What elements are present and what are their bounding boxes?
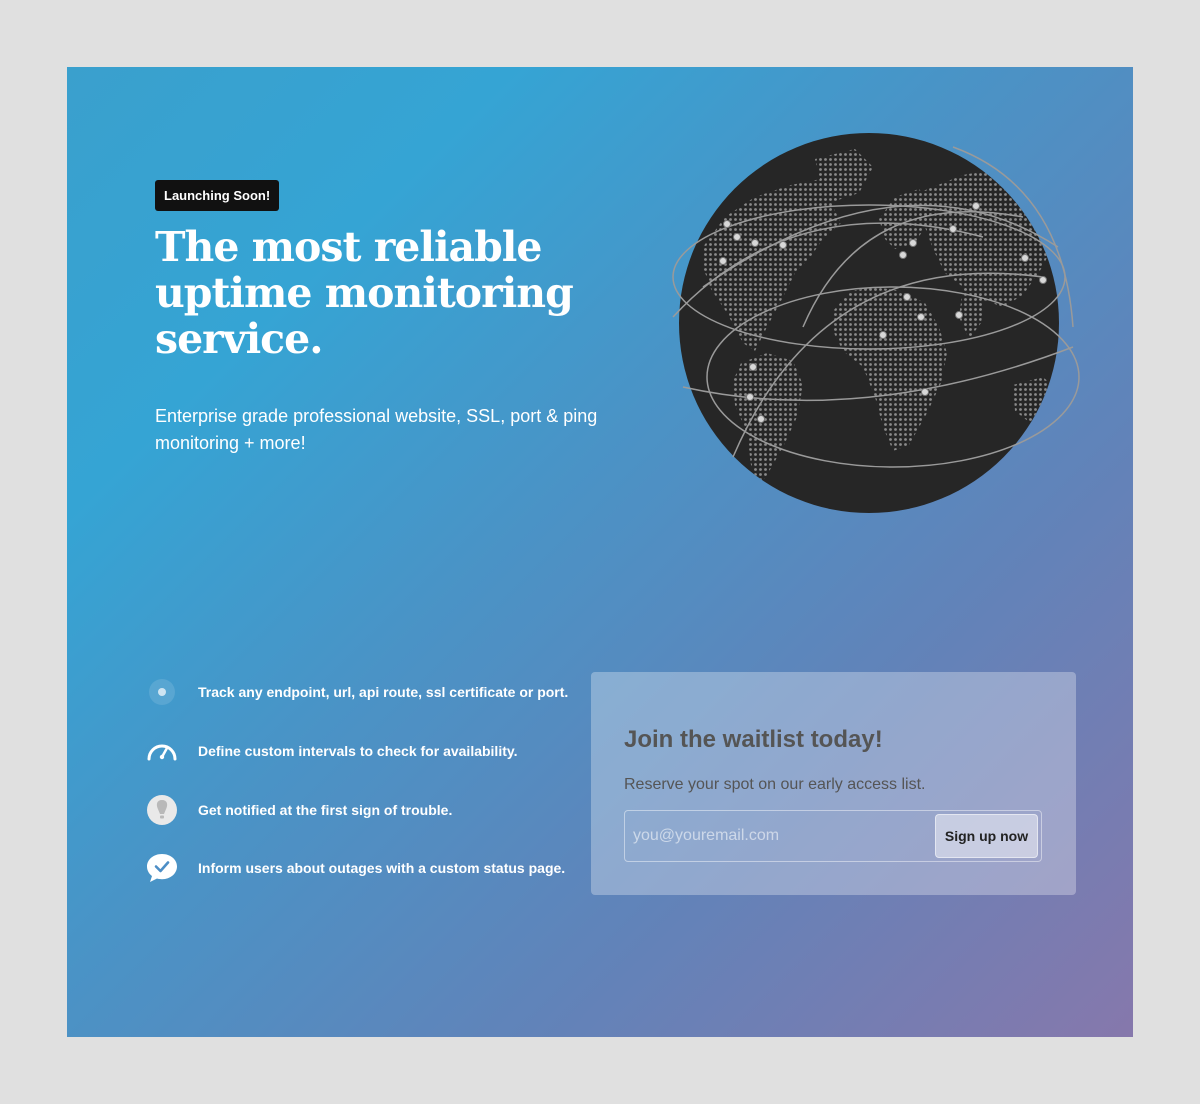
- waitlist-title: Join the waitlist today!: [624, 726, 883, 753]
- feature-text: Define custom intervals to check for ava…: [198, 743, 518, 759]
- feature-item-status-page: Inform users about outages with a custom…: [145, 851, 585, 885]
- signup-form: Sign up now: [624, 810, 1042, 862]
- waitlist-card: Join the waitlist today! Reserve your sp…: [591, 672, 1076, 895]
- world-globe-illustration: [672, 133, 1080, 513]
- landing-page: Launching Soon! The most reliable uptime…: [67, 67, 1133, 1037]
- hero-title: The most reliable uptime monitoring serv…: [155, 223, 574, 363]
- speedometer-icon: [147, 744, 177, 761]
- sign-up-button[interactable]: Sign up now: [935, 814, 1038, 858]
- hero-subtitle: Enterprise grade professional website, S…: [155, 406, 598, 453]
- feature-item-track: Track any endpoint, url, api route, ssl …: [145, 675, 585, 709]
- launching-badge: Launching Soon!: [155, 180, 280, 211]
- alert-bulb-icon: [147, 795, 177, 825]
- email-input[interactable]: [633, 819, 923, 853]
- waitlist-description: Reserve your spot on our early access li…: [624, 776, 926, 793]
- feature-text: Inform users about outages with a custom…: [198, 860, 566, 876]
- feature-text: Track any endpoint, url, api route, ssl …: [198, 684, 569, 700]
- feature-text: Get notified at the first sign of troubl…: [198, 802, 453, 818]
- pulse-dot-icon: [149, 679, 175, 705]
- chat-check-icon: [147, 854, 177, 882]
- feature-item-notify: Get notified at the first sign of troubl…: [145, 793, 585, 827]
- feature-item-intervals: Define custom intervals to check for ava…: [145, 734, 585, 768]
